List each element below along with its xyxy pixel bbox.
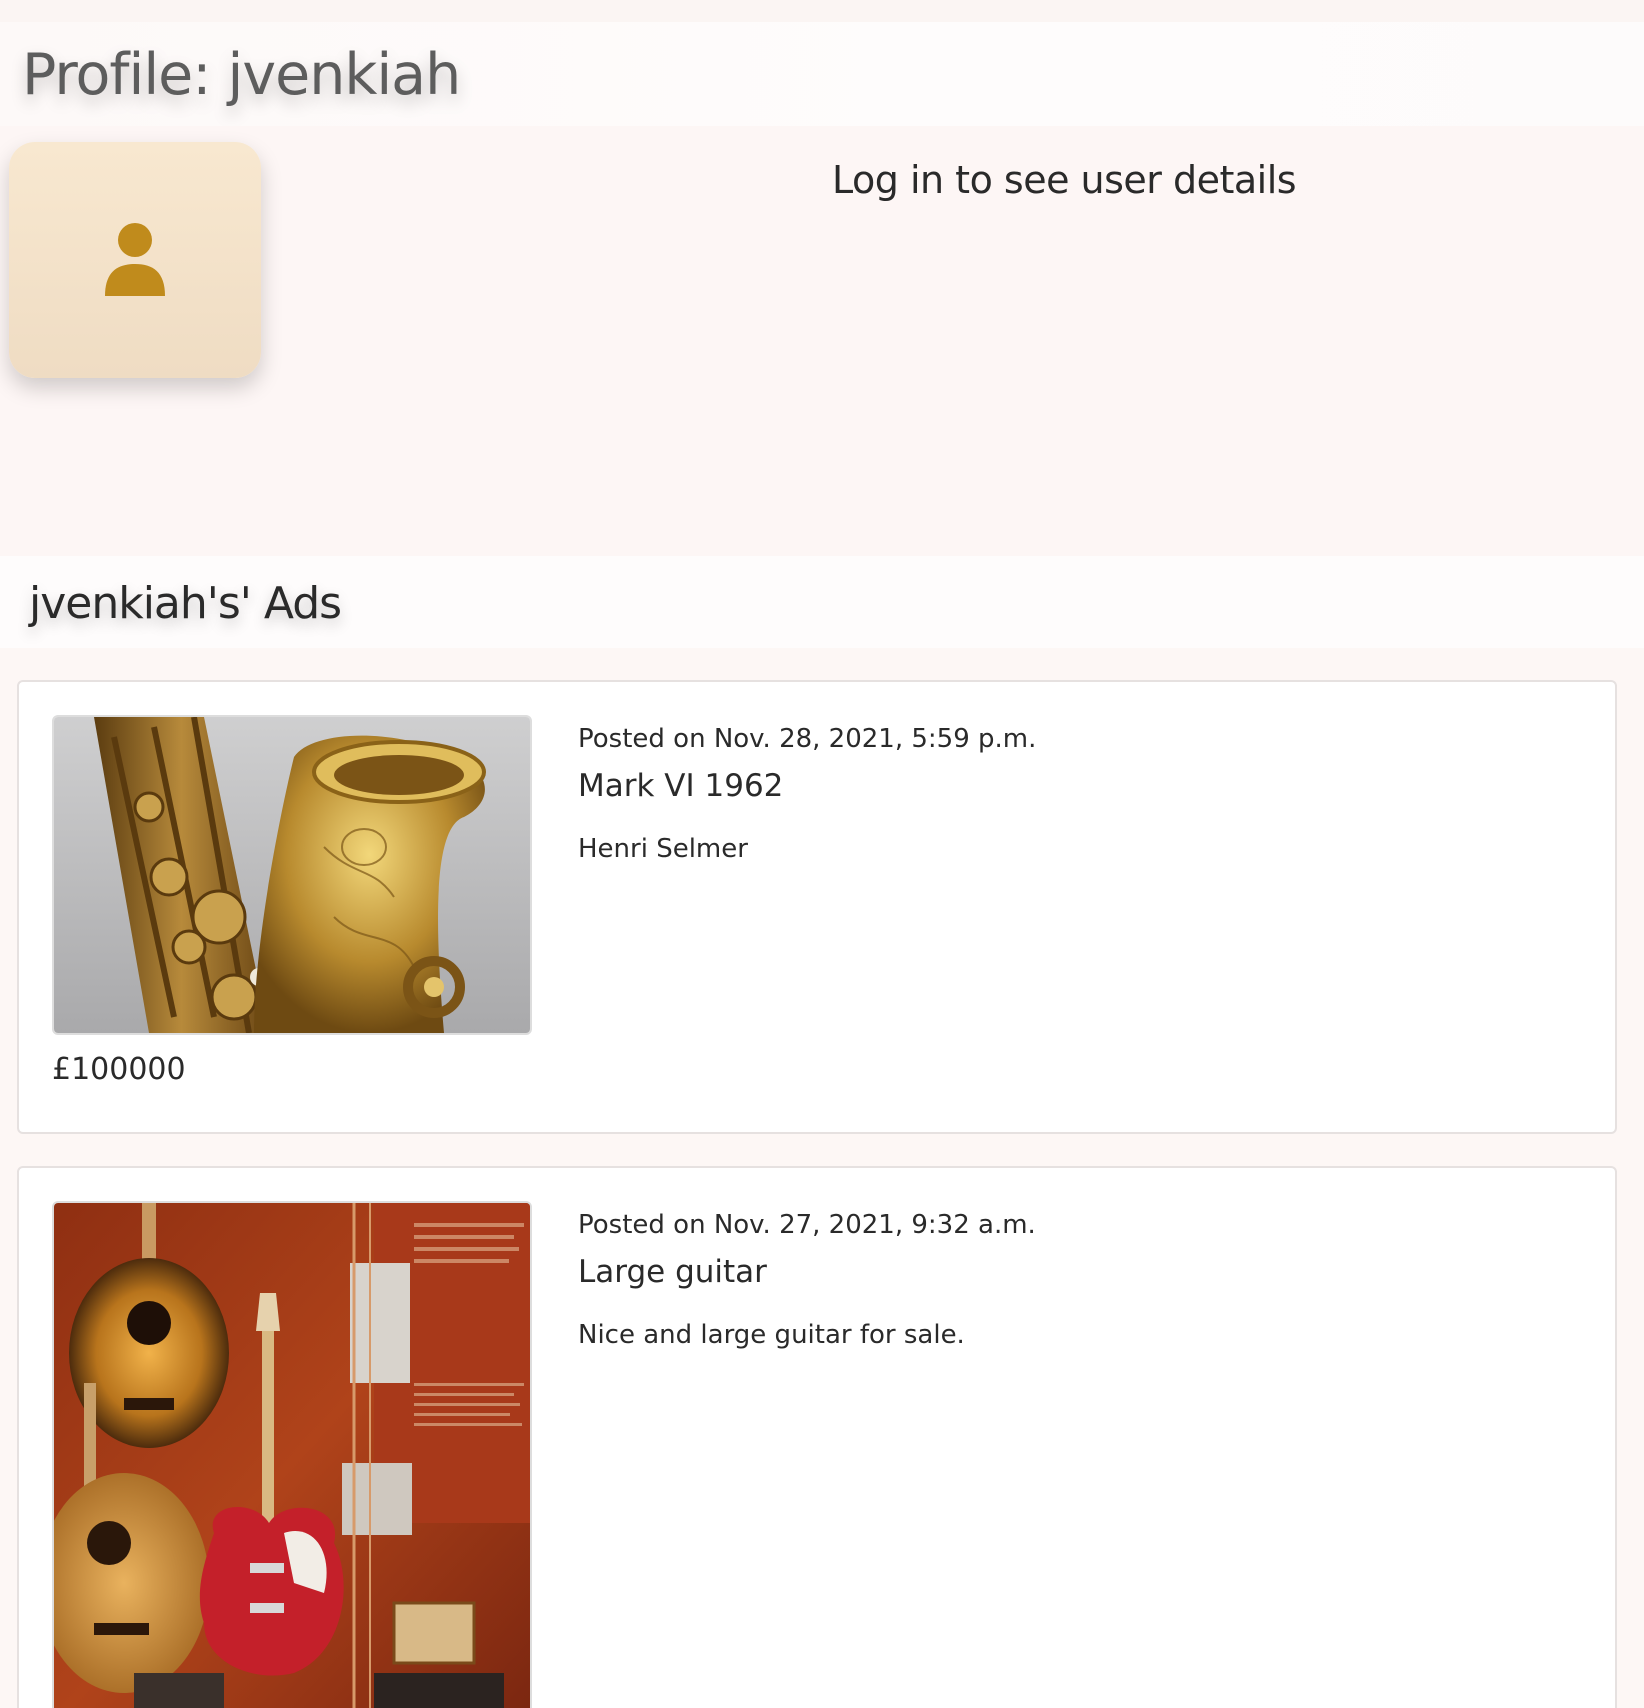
ad-description: Henri Selmer (578, 834, 748, 864)
guitar-photo[interactable] (52, 1201, 532, 1708)
saxophone-photo[interactable] (52, 715, 532, 1035)
profile-details: Log in to see user details (0, 126, 1644, 556)
top-bar (0, 0, 1644, 22)
ad-card[interactable]: Posted on Nov. 27, 2021, 9:32 a.m. Large… (17, 1166, 1617, 1708)
person-icon (105, 223, 165, 296)
ad-price: £100000 (52, 1052, 186, 1087)
ad-title[interactable]: Large guitar (578, 1254, 767, 1290)
ad-posted-date: Posted on Nov. 27, 2021, 9:32 a.m. (578, 1210, 1036, 1240)
login-prompt: Log in to see user details (832, 158, 1297, 202)
ad-title[interactable]: Mark VI 1962 (578, 768, 783, 804)
avatar (9, 142, 261, 378)
page-title: Profile: jvenkiah (22, 42, 461, 108)
ad-description: Nice and large guitar for sale. (578, 1320, 965, 1350)
ads-list: Posted on Nov. 28, 2021, 5:59 p.m. Mark … (0, 648, 1644, 1708)
profile-header: Profile: jvenkiah (0, 22, 1644, 126)
ad-posted-date: Posted on Nov. 28, 2021, 5:59 p.m. (578, 724, 1037, 754)
ads-header: jvenkiah's' Ads (0, 556, 1644, 648)
ads-heading: jvenkiah's' Ads (29, 578, 342, 629)
ad-card[interactable]: Posted on Nov. 28, 2021, 5:59 p.m. Mark … (17, 680, 1617, 1134)
